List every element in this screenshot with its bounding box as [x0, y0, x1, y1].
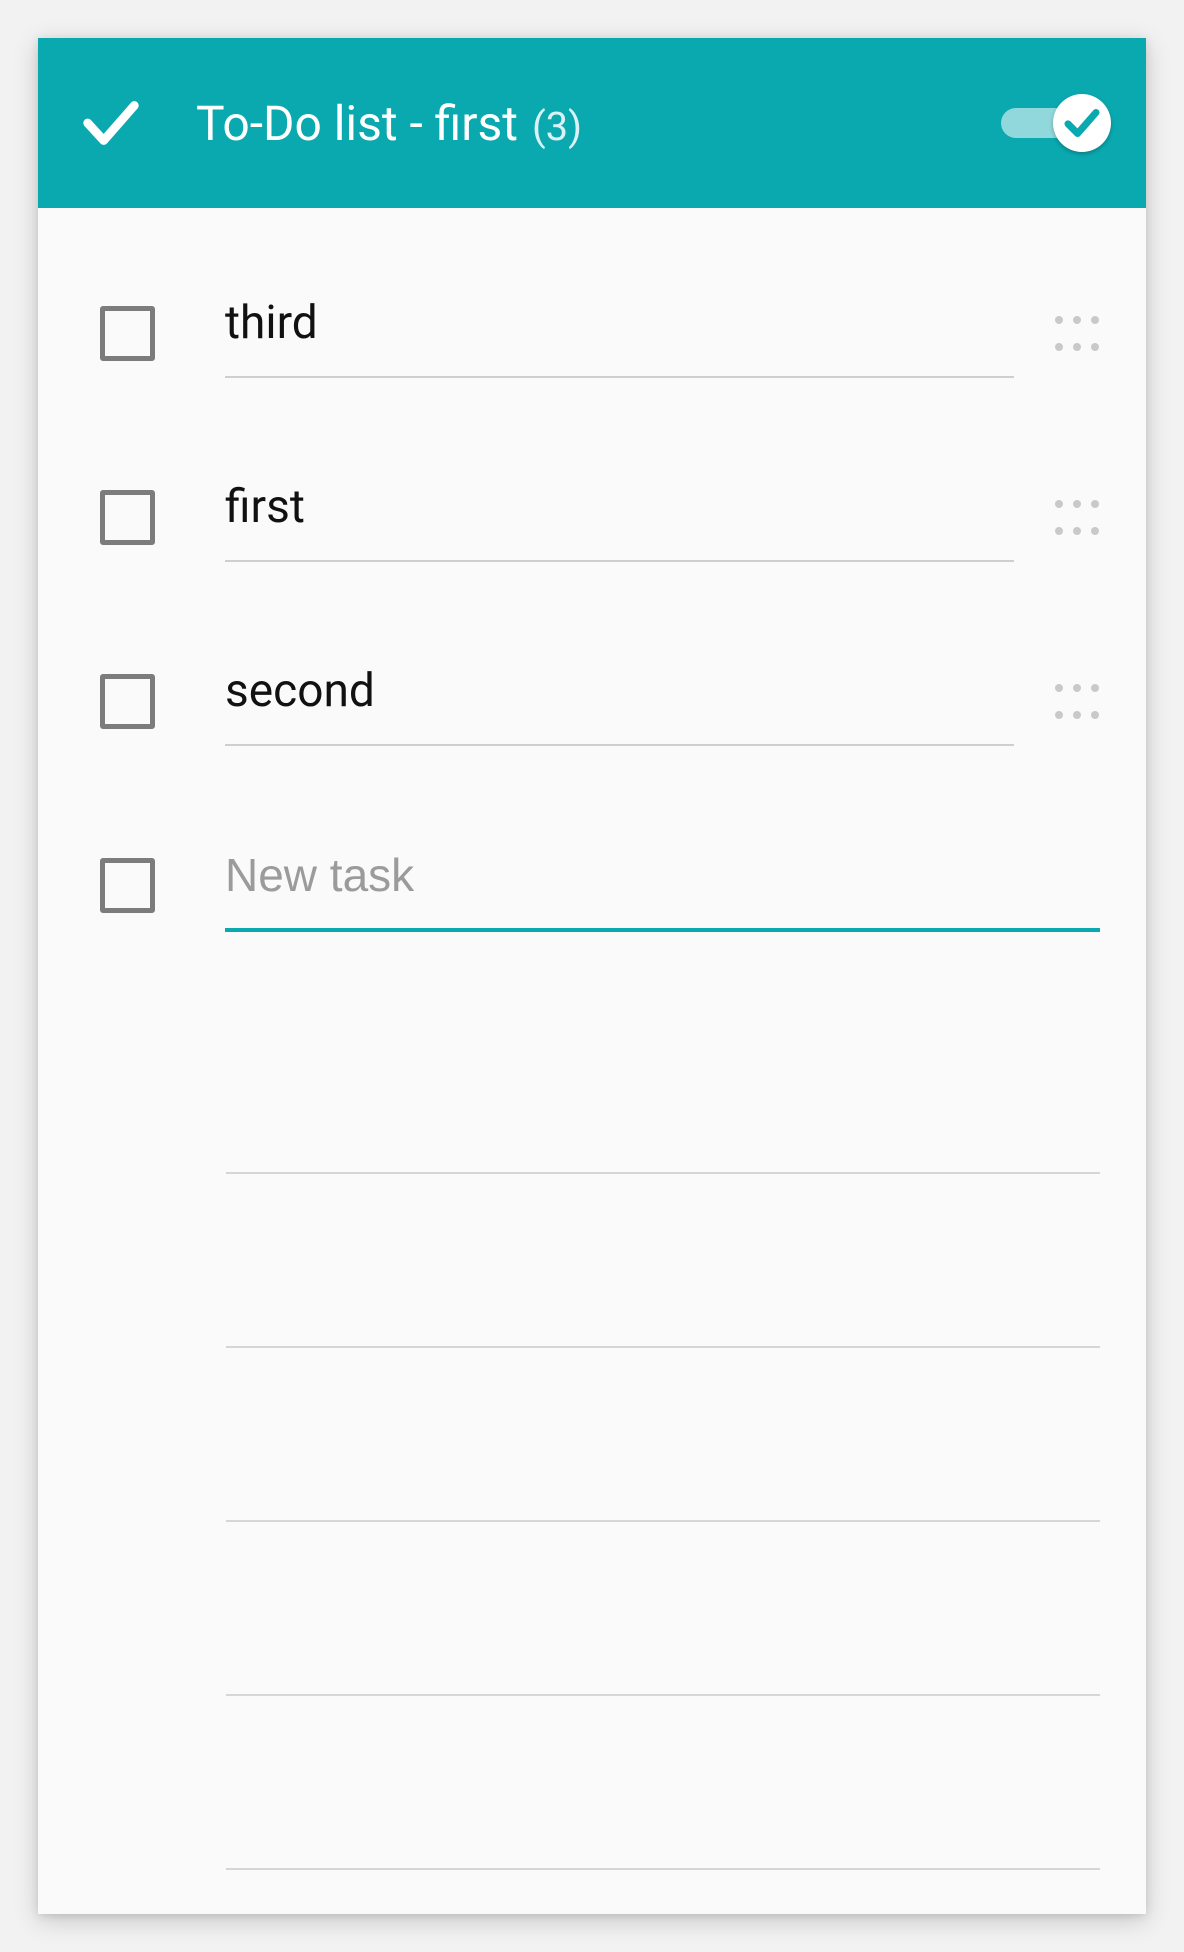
blank-row — [38, 1000, 1146, 1174]
blank-row — [38, 1522, 1146, 1696]
blank-line — [226, 1868, 1100, 1870]
show-completed-toggle[interactable] — [1001, 94, 1111, 152]
check-icon — [1061, 102, 1103, 144]
task-checkbox[interactable] — [100, 306, 155, 361]
drag-handle-icon[interactable] — [1054, 494, 1100, 540]
new-task-row — [38, 820, 1146, 950]
confirm-button[interactable] — [66, 78, 156, 168]
task-checkbox[interactable] — [100, 858, 155, 913]
blank-line — [226, 1346, 1100, 1348]
toggle-knob — [1053, 94, 1111, 152]
app-header: To-Do list - first (3) — [38, 38, 1146, 208]
page-title: To-Do list - first (3) — [196, 95, 961, 152]
blank-row — [38, 1348, 1146, 1522]
new-task-input[interactable] — [225, 848, 1100, 902]
task-row: second — [38, 636, 1146, 766]
blank-line — [226, 1520, 1100, 1522]
task-label[interactable]: second — [225, 656, 1014, 747]
blank-row — [38, 1174, 1146, 1348]
blank-line — [226, 1172, 1100, 1174]
check-icon — [76, 88, 146, 158]
task-label[interactable]: third — [225, 288, 1014, 379]
title-count: (3) — [532, 103, 582, 150]
new-task-field — [225, 838, 1100, 932]
task-row: third — [38, 268, 1146, 398]
blank-line — [226, 1694, 1100, 1696]
title-text: To-Do list - first — [196, 95, 518, 152]
task-list: third first second — [38, 208, 1146, 1914]
todo-card: To-Do list - first (3) third first — [38, 38, 1146, 1914]
drag-handle-icon[interactable] — [1054, 310, 1100, 356]
task-label[interactable]: first — [225, 472, 1014, 563]
task-checkbox[interactable] — [100, 674, 155, 729]
blank-row — [38, 1696, 1146, 1870]
task-row: first — [38, 452, 1146, 582]
task-checkbox[interactable] — [100, 490, 155, 545]
drag-handle-icon[interactable] — [1054, 678, 1100, 724]
